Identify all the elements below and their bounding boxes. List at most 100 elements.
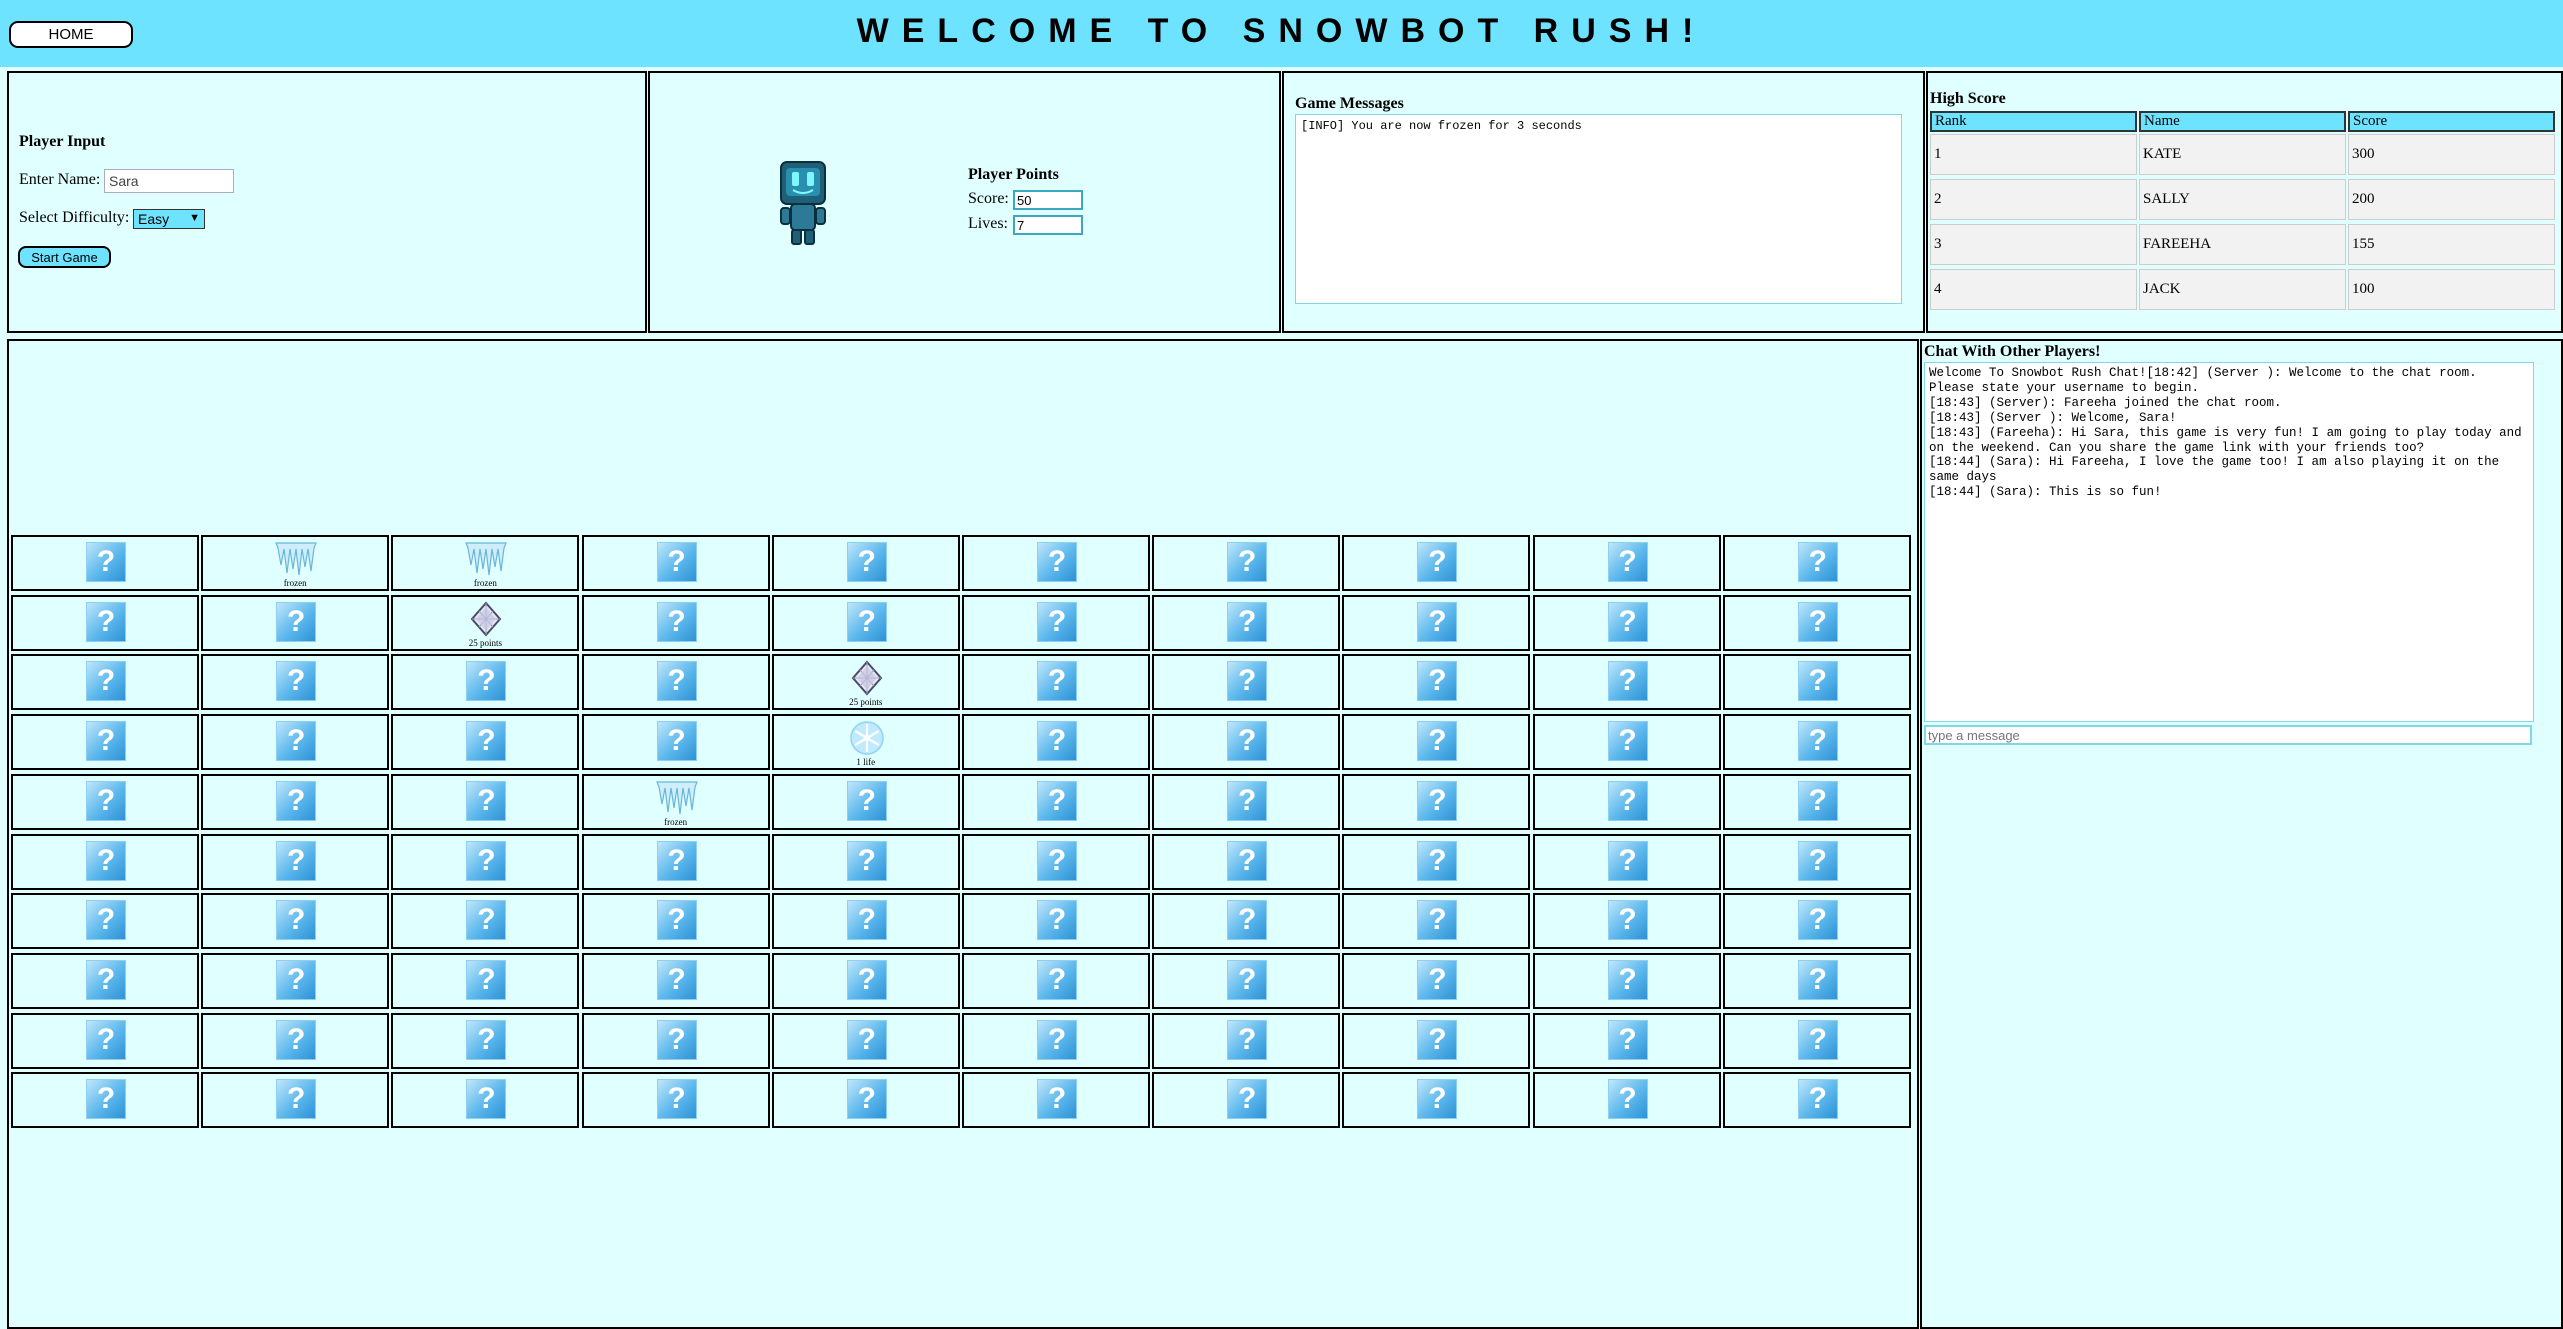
grid-cell[interactable]: ? — [11, 1072, 199, 1129]
grid-cell[interactable]: ? — [1152, 833, 1341, 890]
grid-cell[interactable]: ? — [771, 1072, 960, 1129]
grid-cell[interactable]: ? — [1532, 1072, 1721, 1129]
grid-cell[interactable]: ? — [962, 833, 1150, 890]
grid-cell[interactable]: ? — [581, 535, 770, 591]
grid-cell[interactable]: ? — [1152, 893, 1341, 950]
grid-cell[interactable]: ? — [771, 535, 960, 591]
grid-cell[interactable]: ? — [1532, 833, 1721, 890]
grid-cell[interactable]: ? — [1152, 1072, 1341, 1129]
grid-cell[interactable]: ? — [581, 714, 770, 771]
grid-cell[interactable]: ? — [962, 594, 1150, 651]
grid-cell[interactable]: ? — [1722, 594, 1911, 651]
grid-cell[interactable]: ? — [771, 594, 960, 651]
grid-cell[interactable]: ? — [1722, 773, 1911, 830]
grid-cell[interactable]: ? — [1532, 714, 1721, 771]
grid-cell[interactable]: ? — [1342, 833, 1531, 890]
grid-cell[interactable]: ? — [581, 893, 770, 950]
grid-cell[interactable]: ? — [1722, 952, 1911, 1009]
grid-cell[interactable]: ? — [201, 952, 390, 1009]
grid-cell[interactable]: ? — [1722, 535, 1911, 591]
lives-field[interactable] — [1013, 215, 1083, 235]
grid-cell[interactable]: ? — [962, 1012, 1150, 1069]
grid-cell[interactable]: 25 points — [391, 594, 580, 651]
grid-cell[interactable]: ? — [391, 893, 580, 950]
grid-cell[interactable]: ? — [1342, 654, 1531, 711]
grid-cell[interactable]: ? — [962, 714, 1150, 771]
grid-cell[interactable]: ? — [391, 1012, 580, 1069]
score-field[interactable] — [1013, 190, 1083, 210]
grid-cell[interactable]: ? — [11, 594, 199, 651]
grid-cell[interactable]: ? — [11, 535, 199, 591]
grid-cell[interactable]: ? — [581, 833, 770, 890]
grid-cell[interactable]: ? — [962, 952, 1150, 1009]
grid-cell[interactable]: ? — [391, 833, 580, 890]
grid-cell[interactable]: ? — [1342, 535, 1531, 591]
grid-cell[interactable]: ? — [391, 714, 580, 771]
start-game-button[interactable]: Start Game — [18, 246, 111, 268]
grid-cell[interactable]: 25 points — [771, 654, 960, 711]
grid-cell[interactable]: ? — [581, 594, 770, 651]
grid-cell[interactable]: ? — [1532, 594, 1721, 651]
grid-cell[interactable]: ? — [201, 1072, 390, 1129]
grid-cell[interactable]: frozen — [201, 535, 390, 591]
difficulty-select[interactable]: Easy ▼ — [133, 209, 205, 229]
grid-cell[interactable]: ? — [962, 1072, 1150, 1129]
grid-cell[interactable]: ? — [771, 952, 960, 1009]
grid-cell[interactable]: ? — [581, 952, 770, 1009]
grid-cell[interactable]: ? — [1342, 1072, 1531, 1129]
grid-cell[interactable]: ? — [962, 535, 1150, 591]
name-input[interactable] — [104, 169, 234, 193]
grid-cell[interactable]: ? — [1532, 773, 1721, 830]
grid-cell[interactable]: ? — [391, 773, 580, 830]
grid-cell[interactable]: ? — [201, 833, 390, 890]
grid-cell[interactable]: ? — [11, 833, 199, 890]
grid-cell[interactable]: ? — [1722, 714, 1911, 771]
grid-cell[interactable]: ? — [1342, 714, 1531, 771]
grid-cell[interactable]: ? — [1342, 893, 1531, 950]
game-messages-log[interactable]: [INFO] You are now frozen for 3 seconds — [1295, 114, 1902, 304]
grid-cell[interactable]: ? — [11, 952, 199, 1009]
grid-cell[interactable]: ? — [1532, 893, 1721, 950]
grid-cell[interactable]: ? — [1342, 1012, 1531, 1069]
grid-cell[interactable]: ? — [1722, 1072, 1911, 1129]
grid-cell[interactable]: ? — [962, 654, 1150, 711]
grid-cell[interactable]: ? — [391, 952, 580, 1009]
grid-cell[interactable]: ? — [11, 1012, 199, 1069]
grid-cell[interactable]: ? — [1722, 833, 1911, 890]
grid-cell[interactable]: frozen — [581, 773, 770, 830]
grid-cell[interactable]: ? — [962, 893, 1150, 950]
chat-log[interactable]: Welcome To Snowbot Rush Chat![18:42] (Se… — [1924, 362, 2534, 722]
grid-cell[interactable]: ? — [391, 1072, 580, 1129]
grid-cell[interactable]: ? — [201, 893, 390, 950]
grid-cell[interactable]: ? — [11, 893, 199, 950]
grid-cell[interactable]: ? — [1722, 1012, 1911, 1069]
grid-cell[interactable]: ? — [1532, 535, 1721, 591]
grid-cell[interactable]: ? — [771, 833, 960, 890]
grid-cell[interactable]: ? — [201, 1012, 390, 1069]
grid-cell[interactable]: ? — [1532, 1012, 1721, 1069]
grid-cell[interactable]: ? — [391, 654, 580, 711]
grid-cell[interactable]: ? — [771, 893, 960, 950]
grid-cell[interactable]: ? — [201, 594, 390, 651]
grid-cell[interactable]: ? — [1152, 1012, 1341, 1069]
grid-cell[interactable]: ? — [11, 773, 199, 830]
grid-cell[interactable]: ? — [11, 654, 199, 711]
grid-cell[interactable]: ? — [201, 654, 390, 711]
grid-cell[interactable]: ? — [1722, 654, 1911, 711]
grid-cell[interactable]: ? — [1152, 654, 1341, 711]
grid-cell[interactable]: 1 life — [771, 714, 960, 771]
grid-cell[interactable]: ? — [1152, 594, 1341, 651]
grid-cell[interactable]: ? — [1342, 773, 1531, 830]
grid-cell[interactable]: ? — [1532, 654, 1721, 711]
grid-cell[interactable]: ? — [581, 1012, 770, 1069]
grid-cell[interactable]: ? — [581, 1072, 770, 1129]
chat-message-input[interactable] — [1924, 725, 2532, 745]
grid-cell[interactable]: ? — [771, 1012, 960, 1069]
grid-cell[interactable]: ? — [1152, 952, 1341, 1009]
grid-cell[interactable]: ? — [11, 714, 199, 771]
grid-cell[interactable]: ? — [201, 714, 390, 771]
grid-cell[interactable]: ? — [1532, 952, 1721, 1009]
grid-cell[interactable]: ? — [581, 654, 770, 711]
grid-cell[interactable]: ? — [1152, 535, 1341, 591]
grid-cell[interactable]: ? — [201, 773, 390, 830]
